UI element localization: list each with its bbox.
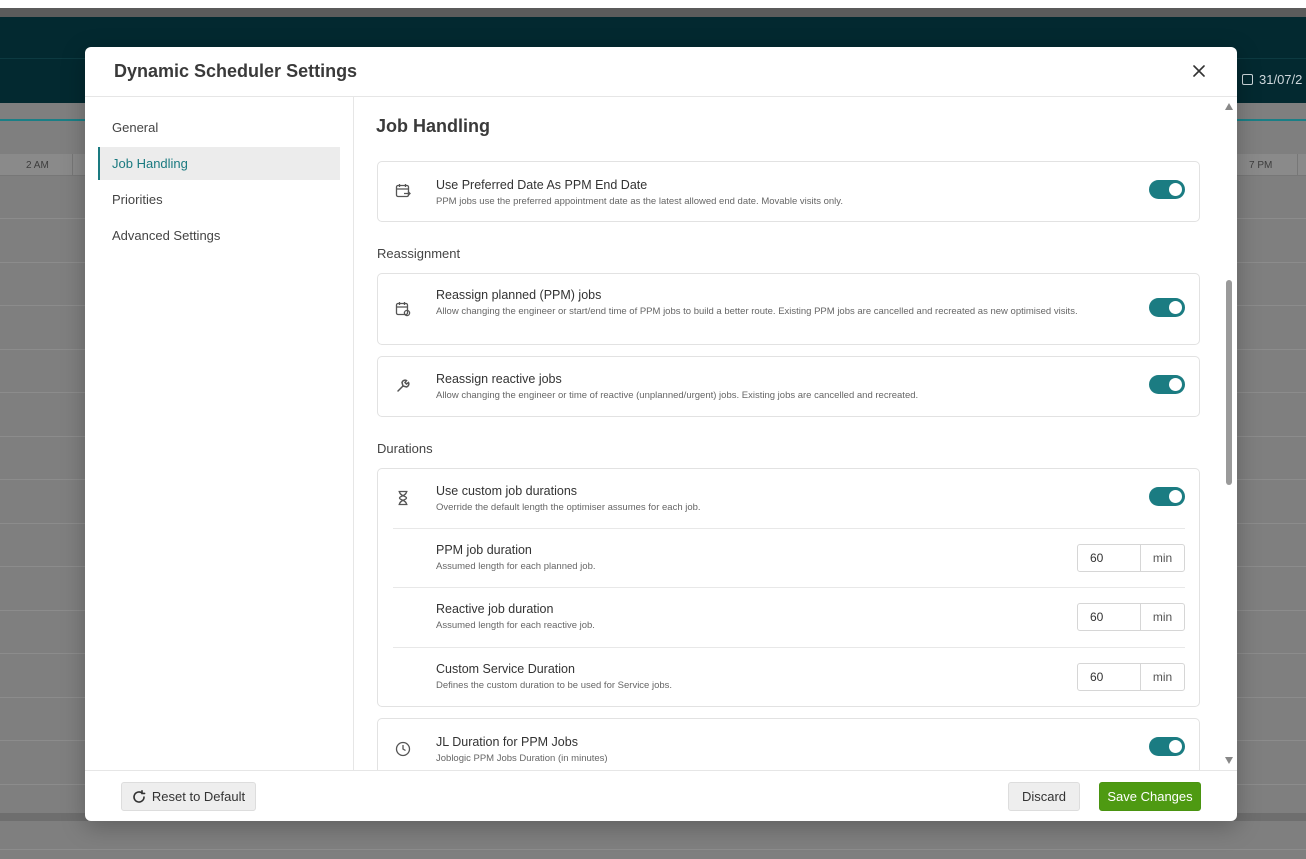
toggle-knob: [1169, 490, 1182, 503]
reactive-duration-field: min: [1077, 603, 1185, 631]
jl-duration-desc: Joblogic PPM Jobs Duration (in minutes): [436, 753, 608, 764]
service-duration-field: min: [1077, 663, 1185, 691]
ppm-duration-field: min: [1077, 544, 1185, 572]
scroll-down-icon[interactable]: [1225, 757, 1233, 764]
ppm-duration-unit: min: [1152, 551, 1173, 565]
toggle-knob: [1169, 301, 1182, 314]
reassign-reactive-desc: Allow changing the engineer or time of r…: [436, 390, 919, 401]
reassign-ppm-row: Reassign planned (PPM) jobs Allow changi…: [378, 274, 1199, 344]
custom-durations-desc: Override the default length the optimise…: [436, 502, 701, 513]
reset-to-default-button[interactable]: Reset to Default: [121, 782, 256, 811]
reassign-ppm-title: Reassign planned (PPM) jobs: [436, 288, 602, 302]
service-duration-input[interactable]: [1078, 664, 1141, 690]
ppm-duration-row: PPM job duration Assumed length for each…: [378, 529, 1199, 588]
reassign-reactive-title: Reassign reactive jobs: [436, 372, 562, 386]
settings-content: Job Handling Use Preferred Date As PPM E…: [355, 97, 1237, 770]
preferred-date-desc: PPM jobs use the preferred appointment d…: [436, 196, 843, 207]
reassign-ppm-toggle[interactable]: [1149, 298, 1185, 317]
reactive-duration-unit: min: [1152, 610, 1173, 624]
service-duration-row: Custom Service Duration Defines the cust…: [378, 648, 1199, 706]
timeline-label-right: 7 PM: [1249, 160, 1273, 171]
section-title: Job Handling: [376, 116, 490, 136]
discard-button[interactable]: Discard: [1008, 782, 1080, 811]
calendar-refresh-icon: [394, 300, 412, 318]
wrench-icon: [394, 377, 412, 395]
service-duration-desc: Defines the custom duration to be used f…: [436, 680, 673, 691]
reassign-reactive-row: Reassign reactive jobs Allow changing th…: [378, 357, 1199, 416]
jl-duration-row: JL Duration for PPM Jobs Joblogic PPM Jo…: [378, 719, 1199, 770]
ppm-duration-desc: Assumed length for each planned job.: [436, 561, 596, 572]
modal-footer: Reset to Default Discard Save Changes: [85, 770, 1237, 821]
timeline-divider: [72, 154, 73, 176]
close-button[interactable]: [1189, 61, 1209, 81]
service-duration-unit: min: [1152, 670, 1173, 684]
sidebar-item-priorities[interactable]: Priorities: [98, 183, 340, 216]
modal-title: Dynamic Scheduler Settings: [114, 61, 358, 81]
toggle-knob: [1169, 740, 1182, 753]
header-date: 31/07/2: [1242, 72, 1302, 87]
ppm-duration-title: PPM job duration: [436, 543, 532, 557]
reactive-duration-row: Reactive job duration Assumed length for…: [378, 588, 1199, 647]
calendar-arrow-icon: [394, 182, 412, 200]
jl-duration-title: JL Duration for PPM Jobs: [436, 735, 578, 749]
preferred-date-toggle[interactable]: [1149, 180, 1185, 199]
top-strip: [0, 0, 1306, 8]
preferred-date-title: Use Preferred Date As PPM End Date: [436, 178, 648, 192]
toggle-knob: [1169, 183, 1182, 196]
durations-label: Durations: [377, 441, 433, 456]
sidebar-item-general[interactable]: General: [98, 111, 340, 144]
hourglass-icon: [394, 489, 412, 507]
preferred-date-card: Use Preferred Date As PPM End Date PPM j…: [377, 161, 1200, 222]
reassign-reactive-card: Reassign reactive jobs Allow changing th…: [377, 356, 1200, 417]
content-scrollbar[interactable]: [1223, 100, 1235, 767]
reset-icon: [133, 789, 146, 803]
jl-duration-card: JL Duration for PPM Jobs Joblogic PPM Jo…: [377, 718, 1200, 770]
reassign-ppm-card: Reassign planned (PPM) jobs Allow changi…: [377, 273, 1200, 345]
settings-modal: Dynamic Scheduler Settings General Job H…: [85, 47, 1237, 821]
durations-card: Use custom job durations Override the de…: [377, 468, 1200, 707]
reassign-ppm-desc: Allow changing the engineer or start/end…: [436, 306, 1078, 317]
save-changes-button[interactable]: Save Changes: [1099, 782, 1201, 811]
modal-body: General Job Handling Priorities Advanced…: [85, 97, 1237, 770]
custom-durations-toggle[interactable]: [1149, 487, 1185, 506]
reassign-reactive-toggle[interactable]: [1149, 375, 1185, 394]
timeline-divider: [1297, 154, 1298, 176]
header-date-text: 31/07/2: [1259, 72, 1303, 87]
reactive-duration-desc: Assumed length for each reactive job.: [436, 620, 595, 631]
custom-durations-title: Use custom job durations: [436, 484, 578, 498]
reactive-duration-title: Reactive job duration: [436, 602, 554, 616]
close-icon: [1193, 65, 1205, 77]
toggle-knob: [1169, 378, 1182, 391]
scroll-up-icon[interactable]: [1225, 103, 1233, 110]
service-duration-title: Custom Service Duration: [436, 662, 575, 676]
jl-duration-toggle[interactable]: [1149, 737, 1185, 756]
timeline-label-left: 2 AM: [26, 160, 49, 171]
grid-row: [0, 849, 1306, 850]
settings-sidebar: General Job Handling Priorities Advanced…: [85, 97, 354, 770]
modal-header: Dynamic Scheduler Settings: [85, 47, 1237, 97]
ppm-duration-input[interactable]: [1078, 545, 1141, 571]
calendar-icon: [1242, 74, 1253, 85]
clock-icon: [394, 740, 412, 758]
reset-label: Reset to Default: [151, 789, 246, 804]
sidebar-item-advanced-settings[interactable]: Advanced Settings: [98, 219, 340, 252]
scroll-thumb[interactable]: [1226, 280, 1232, 485]
sidebar-item-job-handling[interactable]: Job Handling: [98, 147, 340, 180]
custom-durations-row: Use custom job durations Override the de…: [378, 469, 1199, 528]
top-strip-shadow: [0, 8, 1306, 17]
reassignment-label: Reassignment: [377, 246, 461, 261]
reactive-duration-input[interactable]: [1078, 604, 1141, 630]
preferred-date-row: Use Preferred Date As PPM End Date PPM j…: [378, 162, 1199, 221]
